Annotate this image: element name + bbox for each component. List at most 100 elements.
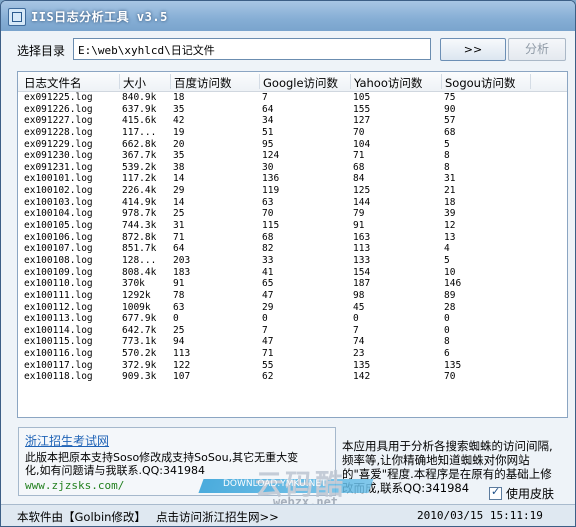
table-cell: 31 xyxy=(173,220,185,232)
table-cell: 135 xyxy=(353,359,371,371)
table-row[interactable]: ex091228.log 117... 19 51 70 68 xyxy=(18,127,567,139)
table-cell: ex091231.log xyxy=(24,161,93,173)
table-cell: 107 xyxy=(173,371,191,383)
table-cell: 187 xyxy=(353,278,371,290)
table-row[interactable]: ex100111.log 1292k 78 47 98 89 xyxy=(18,290,567,302)
table-cell: ex091230.log xyxy=(24,150,93,162)
status-link[interactable]: 点击访问浙江招生网>> xyxy=(156,509,279,525)
table-cell: 744.3k xyxy=(122,220,157,232)
table-cell: 5 xyxy=(444,138,450,150)
table-cell: ex100117.log xyxy=(24,359,93,371)
table-cell: ex100103.log xyxy=(24,196,93,208)
table-cell: 62 xyxy=(262,371,274,383)
table-row[interactable]: ex100104.log 978.7k 25 70 79 39 xyxy=(18,208,567,220)
table-cell: 13 xyxy=(444,231,456,243)
table-row[interactable]: ex100106.log 872.8k 71 68 163 13 xyxy=(18,232,567,244)
table-row[interactable]: ex100109.log 808.4k 183 41 154 10 xyxy=(18,267,567,279)
status-credit: 本软件由【Golbin修改】 xyxy=(17,510,146,524)
table-cell: 677.9k xyxy=(122,313,157,325)
table-row[interactable]: ex091229.log 662.8k 20 95 104 5 xyxy=(18,139,567,151)
browse-button[interactable]: >> xyxy=(440,38,506,61)
analyze-button[interactable]: 分析 xyxy=(508,38,566,61)
table-cell: 840.9k xyxy=(122,92,157,103)
table-row[interactable]: ex100108.log 128... 203 33 133 5 xyxy=(18,255,567,267)
app-icon xyxy=(8,8,26,26)
table-cell: 47 xyxy=(262,289,274,301)
table-cell: 5 xyxy=(444,254,450,266)
table-row[interactable]: ex100112.log 1009k 63 29 45 28 xyxy=(18,302,567,314)
table-cell: 872.8k xyxy=(122,231,157,243)
table-cell: 7 xyxy=(262,324,268,336)
table-cell: 64 xyxy=(173,243,185,255)
table-cell: 851.7k xyxy=(122,243,157,255)
column-baidu[interactable]: 百度访问数 xyxy=(174,75,232,91)
table-row[interactable]: ex100102.log 226.4k 29 119 125 21 xyxy=(18,185,567,197)
table-cell: 42 xyxy=(173,115,185,127)
table-cell: 14 xyxy=(173,196,185,208)
column-google[interactable]: Google访问数 xyxy=(263,75,338,91)
table-cell: 124 xyxy=(262,150,280,162)
table-row[interactable]: ex100107.log 851.7k 64 82 113 4 xyxy=(18,243,567,255)
table-row[interactable]: ex100117.log 372.9k 122 55 135 135 xyxy=(18,360,567,372)
table-cell: 6 xyxy=(444,348,450,360)
table-cell: 29 xyxy=(262,301,274,313)
checkbox-icon[interactable] xyxy=(489,485,502,500)
table-row[interactable]: ex100114.log 642.7k 25 7 7 0 xyxy=(18,325,567,337)
table-cell: 154 xyxy=(353,266,371,278)
table-cell: ex100107.log xyxy=(24,243,93,255)
table-cell: 144 xyxy=(353,196,371,208)
table-row[interactable]: ex100113.log 677.9k 0 0 0 0 xyxy=(18,313,567,325)
table-row[interactable]: ex100118.log 909.3k 107 62 142 70 xyxy=(18,371,567,383)
skin-label: 使用皮肤 xyxy=(506,487,555,501)
column-size[interactable]: 大小 xyxy=(123,75,146,91)
table-cell: 539.2k xyxy=(122,161,157,173)
table-cell: 20 xyxy=(173,138,185,150)
table-cell: 367.7k xyxy=(122,150,157,162)
table-row[interactable]: ex091225.log 840.9k 18 7 105 75 xyxy=(18,92,567,104)
table-cell: 91 xyxy=(353,220,365,232)
table-cell: 0 xyxy=(262,313,268,325)
column-sogou[interactable]: Sogou访问数 xyxy=(445,75,515,91)
table-row[interactable]: ex100116.log 570.2k 113 71 23 6 xyxy=(18,348,567,360)
table-cell: ex091229.log xyxy=(24,138,93,150)
skin-checkbox[interactable]: 使用皮肤 xyxy=(489,485,554,502)
table-cell: 71 xyxy=(353,150,365,162)
table-row[interactable]: ex100103.log 414.9k 14 63 144 18 xyxy=(18,197,567,209)
log-table[interactable]: 日志文件名 大小 百度访问数 Google访问数 Yahoo访问数 Sogou访… xyxy=(17,71,568,418)
table-cell: 98 xyxy=(353,289,365,301)
table-row[interactable]: ex100105.log 744.3k 31 115 91 12 xyxy=(18,220,567,232)
table-cell: 18 xyxy=(444,196,456,208)
table-cell: 23 xyxy=(353,348,365,360)
ad-text-line2: 化,如有问题请与我联系.QQ:341984 xyxy=(25,464,206,477)
table-cell: 70 xyxy=(262,208,274,220)
table-row[interactable]: ex091230.log 367.7k 35 124 71 8 xyxy=(18,150,567,162)
ad-url[interactable]: www.zjzsks.com/ xyxy=(25,479,124,492)
table-cell: ex091226.log xyxy=(24,103,93,115)
table-cell: 163 xyxy=(353,231,371,243)
column-filename[interactable]: 日志文件名 xyxy=(24,75,82,91)
table-cell: 135 xyxy=(444,359,462,371)
table-cell: ex100114.log xyxy=(24,324,93,336)
table-cell: ex091228.log xyxy=(24,126,93,138)
table-row[interactable]: ex091231.log 539.2k 38 30 68 8 xyxy=(18,162,567,174)
table-cell: 133 xyxy=(353,254,371,266)
table-cell: 7 xyxy=(353,324,359,336)
table-cell: 25 xyxy=(173,208,185,220)
table-row[interactable]: ex100115.log 773.1k 94 47 74 8 xyxy=(18,336,567,348)
ad-link[interactable]: 浙江招生考试网 xyxy=(25,432,109,449)
table-cell: ex100104.log xyxy=(24,208,93,220)
table-cell: 122 xyxy=(173,359,191,371)
table-cell: 30 xyxy=(262,161,274,173)
table-cell: 4 xyxy=(444,243,450,255)
table-cell: ex100111.log xyxy=(24,289,93,301)
table-cell: 155 xyxy=(353,103,371,115)
table-row[interactable]: ex091226.log 637.9k 35 64 155 90 xyxy=(18,104,567,116)
table-row[interactable]: ex091227.log 415.6k 42 34 127 57 xyxy=(18,115,567,127)
directory-label: 选择目录 xyxy=(17,44,66,58)
directory-input[interactable]: E:\web\xyhlcd\日记文件 xyxy=(73,38,431,60)
table-row[interactable]: ex100110.log 370k 91 65 187 146 xyxy=(18,278,567,290)
table-row[interactable]: ex100101.log 117.2k 14 136 84 31 xyxy=(18,173,567,185)
table-cell: 10 xyxy=(444,266,456,278)
column-yahoo[interactable]: Yahoo访问数 xyxy=(354,75,422,91)
table-cell: 63 xyxy=(173,301,185,313)
